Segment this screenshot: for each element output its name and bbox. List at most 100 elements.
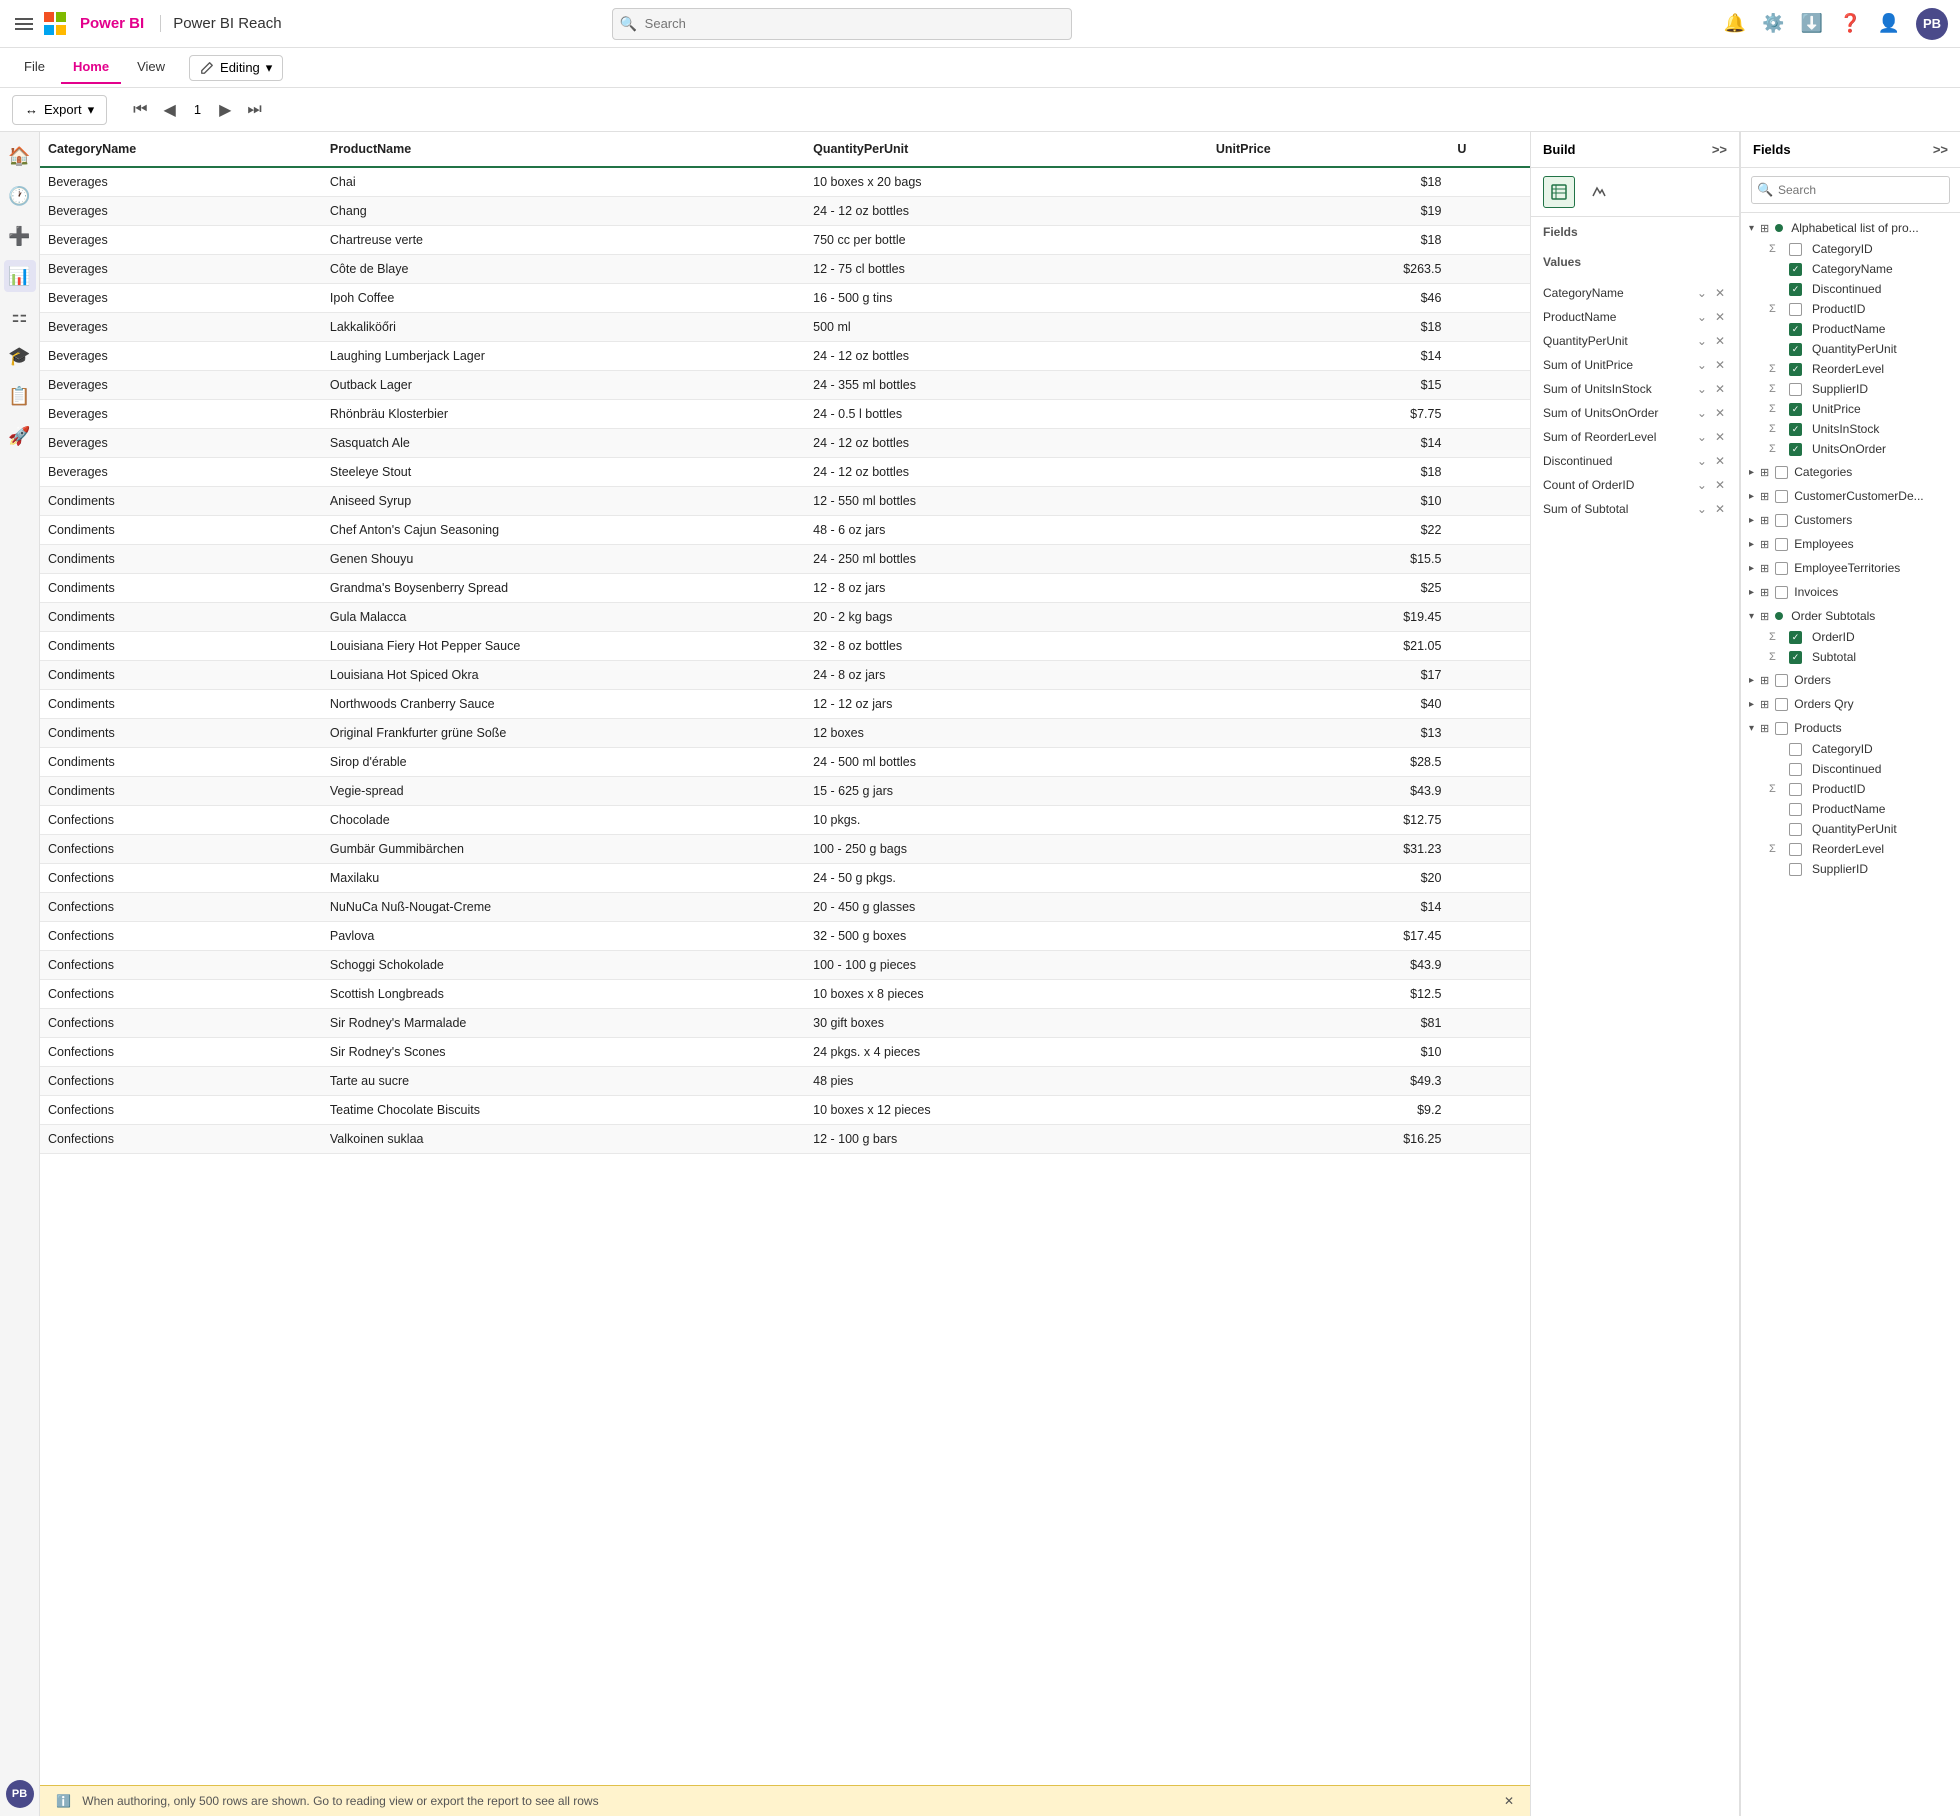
remove-value-icon[interactable]: ✕: [1713, 430, 1727, 444]
chevron-down-icon[interactable]: ⌄: [1695, 406, 1709, 420]
value-item-actions[interactable]: ⌄✕: [1695, 454, 1727, 468]
chevron-down-icon[interactable]: ⌄: [1695, 502, 1709, 516]
tree-item[interactable]: ΣUnitPrice: [1741, 399, 1960, 419]
value-item-actions[interactable]: ⌄✕: [1695, 382, 1727, 396]
field-checkbox[interactable]: [1789, 803, 1802, 816]
editing-button[interactable]: Editing ▾: [189, 55, 283, 81]
build-expand-icon[interactable]: >>: [1712, 142, 1727, 157]
tree-group-header-customer-customer-de[interactable]: ▸⊞CustomerCustomerDe...: [1741, 485, 1960, 507]
value-item[interactable]: Sum of ReorderLevel⌄✕: [1531, 425, 1739, 449]
field-checkbox[interactable]: [1789, 651, 1802, 664]
tree-item[interactable]: Discontinued: [1741, 279, 1960, 299]
field-checkbox[interactable]: [1789, 303, 1802, 316]
tree-item[interactable]: ΣProductID: [1741, 299, 1960, 319]
remove-value-icon[interactable]: ✕: [1713, 286, 1727, 300]
value-item[interactable]: Count of OrderID⌄✕: [1531, 473, 1739, 497]
field-checkbox[interactable]: [1775, 586, 1788, 599]
tab-home[interactable]: Home: [61, 51, 121, 84]
value-item[interactable]: Sum of Subtotal⌄✕: [1531, 497, 1739, 521]
value-item[interactable]: Sum of UnitsOnOrder⌄✕: [1531, 401, 1739, 425]
col-header-u[interactable]: U: [1449, 132, 1530, 167]
field-checkbox[interactable]: [1775, 722, 1788, 735]
tree-item[interactable]: ΣProductID: [1741, 779, 1960, 799]
remove-value-icon[interactable]: ✕: [1713, 478, 1727, 492]
chevron-down-icon[interactable]: ⌄: [1695, 430, 1709, 444]
tab-view[interactable]: View: [125, 51, 177, 84]
value-item-actions[interactable]: ⌄✕: [1695, 310, 1727, 324]
chevron-down-icon[interactable]: ⌄: [1695, 310, 1709, 324]
field-checkbox[interactable]: [1789, 763, 1802, 776]
field-checkbox[interactable]: [1789, 743, 1802, 756]
avatar[interactable]: PB: [1916, 8, 1948, 40]
sidebar-item-apps[interactable]: ⚏: [4, 300, 36, 332]
value-item[interactable]: ProductName⌄✕: [1531, 305, 1739, 329]
remove-value-icon[interactable]: ✕: [1713, 310, 1727, 324]
account-icon[interactable]: 👤: [1878, 13, 1900, 34]
settings-icon[interactable]: ⚙️: [1762, 13, 1784, 34]
tree-item[interactable]: ΣUnitsInStock: [1741, 419, 1960, 439]
chevron-down-icon[interactable]: ⌄: [1695, 334, 1709, 348]
col-header-price[interactable]: UnitPrice: [1208, 132, 1450, 167]
tree-item[interactable]: ΣSupplierID: [1741, 379, 1960, 399]
field-checkbox[interactable]: [1789, 823, 1802, 836]
field-checkbox[interactable]: [1789, 443, 1802, 456]
tree-group-header-order-subtotals[interactable]: ▾⊞Order Subtotals: [1741, 605, 1960, 627]
value-item-actions[interactable]: ⌄✕: [1695, 358, 1727, 372]
field-checkbox[interactable]: [1775, 490, 1788, 503]
value-item[interactable]: Discontinued⌄✕: [1531, 449, 1739, 473]
field-checkbox[interactable]: [1789, 631, 1802, 644]
tab-file[interactable]: File: [12, 51, 57, 84]
remove-value-icon[interactable]: ✕: [1713, 382, 1727, 396]
remove-value-icon[interactable]: ✕: [1713, 502, 1727, 516]
page-prev-button[interactable]: ◀: [158, 98, 182, 122]
tree-group-header-employees[interactable]: ▸⊞Employees: [1741, 533, 1960, 555]
tree-group-header-invoices[interactable]: ▸⊞Invoices: [1741, 581, 1960, 603]
value-item-actions[interactable]: ⌄✕: [1695, 478, 1727, 492]
tree-item[interactable]: ΣReorderLevel: [1741, 359, 1960, 379]
build-tab-format[interactable]: [1583, 176, 1615, 208]
sidebar-item-learn[interactable]: 🎓: [4, 340, 36, 372]
tree-item[interactable]: SupplierID: [1741, 859, 1960, 879]
value-item-actions[interactable]: ⌄✕: [1695, 502, 1727, 516]
field-checkbox[interactable]: [1789, 243, 1802, 256]
chevron-down-icon[interactable]: ⌄: [1695, 382, 1709, 396]
chevron-down-icon[interactable]: ⌄: [1695, 478, 1709, 492]
tree-group-header-orders[interactable]: ▸⊞Orders: [1741, 669, 1960, 691]
value-item[interactable]: CategoryName⌄✕: [1531, 281, 1739, 305]
export-button[interactable]: ↔ Export ▾: [12, 95, 107, 125]
col-header-product[interactable]: ProductName: [322, 132, 805, 167]
tree-group-header-products[interactable]: ▾⊞Products: [1741, 717, 1960, 739]
tree-item[interactable]: ΣUnitsOnOrder: [1741, 439, 1960, 459]
page-last-button[interactable]: ⏭: [241, 99, 267, 121]
tree-item[interactable]: ΣOrderID: [1741, 627, 1960, 647]
field-checkbox[interactable]: [1775, 674, 1788, 687]
field-checkbox[interactable]: [1775, 538, 1788, 551]
chevron-down-icon[interactable]: ⌄: [1695, 358, 1709, 372]
field-checkbox[interactable]: [1789, 343, 1802, 356]
fields-expand-icon[interactable]: >>: [1933, 142, 1948, 157]
field-checkbox[interactable]: [1789, 843, 1802, 856]
help-icon[interactable]: ❓: [1839, 13, 1861, 34]
hamburger-menu-icon[interactable]: [12, 12, 36, 36]
remove-value-icon[interactable]: ✕: [1713, 454, 1727, 468]
tree-item[interactable]: QuantityPerUnit: [1741, 339, 1960, 359]
field-checkbox[interactable]: [1789, 363, 1802, 376]
tree-item[interactable]: CategoryName: [1741, 259, 1960, 279]
download-icon[interactable]: ⬇️: [1801, 13, 1823, 34]
value-item[interactable]: Sum of UnitsInStock⌄✕: [1531, 377, 1739, 401]
tree-item[interactable]: Discontinued: [1741, 759, 1960, 779]
tree-item[interactable]: ΣReorderLevel: [1741, 839, 1960, 859]
field-checkbox[interactable]: [1789, 403, 1802, 416]
page-first-button[interactable]: ⏮: [127, 99, 153, 121]
sidebar-item-workspace[interactable]: 📋: [4, 380, 36, 412]
field-checkbox[interactable]: [1789, 283, 1802, 296]
field-checkbox[interactable]: [1789, 263, 1802, 276]
fields-search-input[interactable]: [1751, 176, 1950, 204]
value-item-actions[interactable]: ⌄✕: [1695, 286, 1727, 300]
tree-item[interactable]: ProductName: [1741, 319, 1960, 339]
page-next-button[interactable]: ▶: [213, 98, 237, 122]
field-checkbox[interactable]: [1789, 863, 1802, 876]
col-header-qty[interactable]: QuantityPerUnit: [805, 132, 1208, 167]
notification-icon[interactable]: 🔔: [1724, 13, 1746, 34]
field-checkbox[interactable]: [1775, 562, 1788, 575]
